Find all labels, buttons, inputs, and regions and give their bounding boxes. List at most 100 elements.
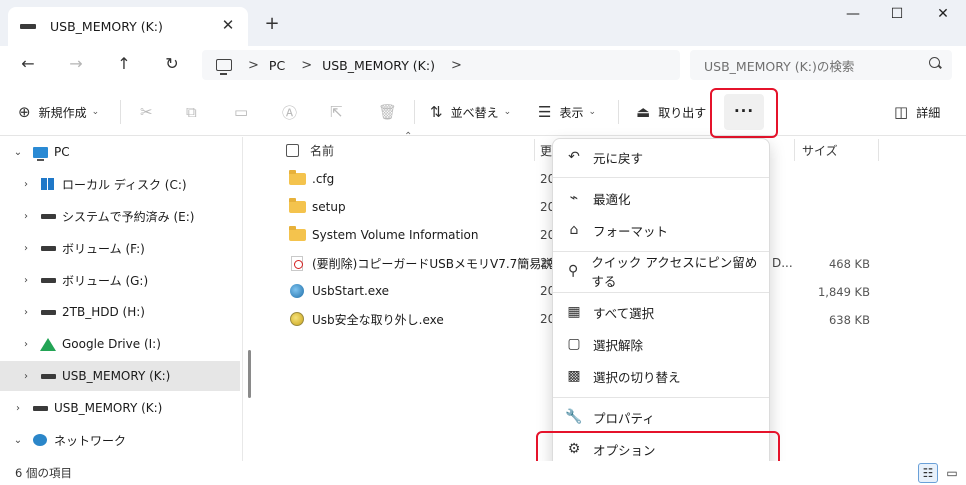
file-name: setup <box>312 200 346 214</box>
column-divider[interactable] <box>534 139 535 161</box>
sidebar-item-volume-f[interactable]: › ボリューム (F:) <box>0 233 240 263</box>
menu-item-properties[interactable]: 🔧 プロパティ <box>559 403 765 431</box>
item-count: 6 個の項目 <box>15 466 72 480</box>
expander-icon[interactable]: › <box>20 179 32 190</box>
tab-usb-memory[interactable]: USB_MEMORY (K:) ✕ <box>8 7 248 46</box>
select-all-checkbox[interactable] <box>286 137 299 163</box>
sidebar-item-volume-g[interactable]: › ボリューム (G:) <box>0 265 240 295</box>
breadcrumb-separator[interactable]: > <box>451 58 462 73</box>
menu-item-select-all[interactable]: ▦ すべて選択 <box>559 298 765 326</box>
minimize-button[interactable]: — <box>838 6 868 26</box>
sidebar-item-label: ネットワーク <box>54 433 127 448</box>
column-header-size[interactable]: サイズ <box>802 137 838 163</box>
breadcrumb-usb-memory[interactable]: USB_MEMORY (K:) <box>322 58 435 73</box>
sidebar-scrollbar[interactable] <box>248 350 251 398</box>
breadcrumb-separator[interactable]: > <box>301 58 312 73</box>
clipboard-icon: ▭ <box>234 103 249 121</box>
invert-selection-icon: ▩ <box>567 368 581 384</box>
menu-divider <box>553 397 769 398</box>
network-icon <box>32 434 48 446</box>
more-options-menu: ↶ 元に戻す ⌁ 最適化 ⌂ フォーマット ⚲ クイック アクセスにピン留めする… <box>552 138 770 470</box>
breadcrumb-separator: > <box>248 57 259 73</box>
sort-icon: ⇅ <box>430 103 443 121</box>
share-button[interactable]: ⇱ <box>330 100 351 124</box>
tab-close-icon[interactable]: ✕ <box>218 16 238 34</box>
view-button[interactable]: ☰ 表示 ⌄ <box>538 100 596 124</box>
file-name: (要削除)コピーガードUSBメモリV7.7簡易説... <box>312 256 565 271</box>
column-header-name[interactable]: 名前 <box>310 137 334 163</box>
local-disk-icon <box>40 178 56 190</box>
share-icon: ⇱ <box>330 103 343 121</box>
refresh-button[interactable]: ↻ <box>158 54 186 78</box>
new-tab-button[interactable]: + <box>262 13 282 34</box>
menu-item-invert-selection[interactable]: ▩ 選択の切り替え <box>559 362 765 390</box>
cut-button[interactable]: ✂ <box>140 100 161 124</box>
file-size: 1,849 KB <box>817 285 870 299</box>
pin-icon: ⚲ <box>568 263 579 279</box>
sidebar-item-label: USB_MEMORY (K:) <box>62 369 171 383</box>
rename-button[interactable]: Ⓐ <box>282 100 305 124</box>
eject-button[interactable]: ⏏ 取り出す <box>636 100 706 124</box>
sidebar-item-label: ボリューム (F:) <box>62 241 145 256</box>
drive-icon <box>40 210 56 222</box>
sidebar-item-google-drive-i[interactable]: › Google Drive (I:) <box>0 329 240 359</box>
folder-icon <box>288 226 306 242</box>
menu-item-format[interactable]: ⌂ フォーマット <box>559 216 765 244</box>
menu-item-label: 最適化 <box>593 191 631 207</box>
column-divider[interactable] <box>878 139 879 161</box>
pc-icon <box>32 146 48 161</box>
sidebar-item-label: Google Drive (I:) <box>62 337 161 351</box>
sidebar-item-pc[interactable]: ⌄ PC <box>0 137 240 167</box>
new-button[interactable]: ⊕ 新規作成 ⌄ <box>18 100 99 124</box>
maximize-button[interactable]: ☐ <box>882 6 912 26</box>
sort-button[interactable]: ⇅ 並べ替え ⌄ <box>430 100 511 124</box>
rename-icon: Ⓐ <box>282 103 298 122</box>
paste-button[interactable]: ▭ <box>234 100 256 124</box>
expander-icon[interactable]: › <box>20 339 32 350</box>
sidebar-item-2tb-hdd-h[interactable]: › 2TB_HDD (H:) <box>0 297 240 327</box>
sidebar-item-usb-memory-k[interactable]: › USB_MEMORY (K:) <box>0 393 240 423</box>
forward-button[interactable]: → <box>62 54 90 78</box>
copy-button[interactable]: ⧉ <box>186 100 205 124</box>
sidebar-item-usb-memory-k-selected[interactable]: › USB_MEMORY (K:) <box>0 361 240 391</box>
command-bar: ⊕ 新規作成 ⌄ ✂ ⧉ ▭ Ⓐ ⇱ 🗑 ⇅ 並べ替え ⌄ ☰ 表示 ⌄ ⏏ 取… <box>0 88 966 136</box>
expander-icon[interactable]: › <box>20 275 32 286</box>
tiles-view-icon: ▭ <box>946 466 958 480</box>
menu-item-undo[interactable]: ↶ 元に戻す <box>559 143 765 171</box>
menu-item-optimize[interactable]: ⌁ 最適化 <box>559 184 765 212</box>
menu-item-label: 元に戻す <box>593 150 644 166</box>
expander-icon[interactable]: ⌄ <box>12 147 24 158</box>
expander-icon[interactable]: › <box>20 243 32 254</box>
back-button[interactable]: ← <box>14 54 42 78</box>
delete-button[interactable]: 🗑 <box>378 100 405 124</box>
expander-icon[interactable]: › <box>12 403 24 414</box>
address-bar[interactable]: > PC > USB_MEMORY (K:) > <box>202 50 680 80</box>
sidebar-item-label: システムで予約済み (E:) <box>62 209 195 224</box>
close-window-button[interactable]: ✕ <box>928 6 958 26</box>
sidebar-item-system-reserved-e[interactable]: › システムで予約済み (E:) <box>0 201 240 231</box>
details-view-button[interactable]: ☷ <box>918 463 938 483</box>
scissors-icon: ✂ <box>140 103 153 121</box>
menu-item-select-none[interactable]: ▢ 選択解除 <box>559 330 765 358</box>
sidebar-item-network[interactable]: ⌄ ネットワーク <box>0 425 240 455</box>
details-pane-button[interactable]: ◫ 詳細 <box>894 100 940 124</box>
view-icon: ☰ <box>538 103 552 121</box>
optimize-icon: ⌁ <box>569 190 579 206</box>
expander-icon[interactable]: › <box>20 307 32 318</box>
breadcrumb-pc[interactable]: PC <box>269 58 285 73</box>
toolbar-divider <box>120 100 121 124</box>
column-header-date[interactable]: 更 <box>540 137 552 163</box>
column-divider[interactable] <box>794 139 795 161</box>
expander-icon[interactable]: › <box>20 371 32 382</box>
expander-icon[interactable]: › <box>20 211 32 222</box>
menu-item-pin-quick-access[interactable]: ⚲ クイック アクセスにピン留めする <box>559 255 765 289</box>
tiles-view-button[interactable]: ▭ <box>942 463 962 483</box>
search-input[interactable]: USB_MEMORY (K:)の検索 <box>690 50 952 80</box>
sidebar-item-local-disk-c[interactable]: › ローカル ディスク (C:) <box>0 169 240 199</box>
toolbar-divider <box>618 100 619 124</box>
chevron-down-icon: ⌄ <box>588 107 597 117</box>
search-icon <box>929 57 940 68</box>
expander-icon[interactable]: ⌄ <box>12 435 24 446</box>
up-button[interactable]: ↑ <box>110 54 138 78</box>
file-size: 638 KB <box>828 313 870 327</box>
